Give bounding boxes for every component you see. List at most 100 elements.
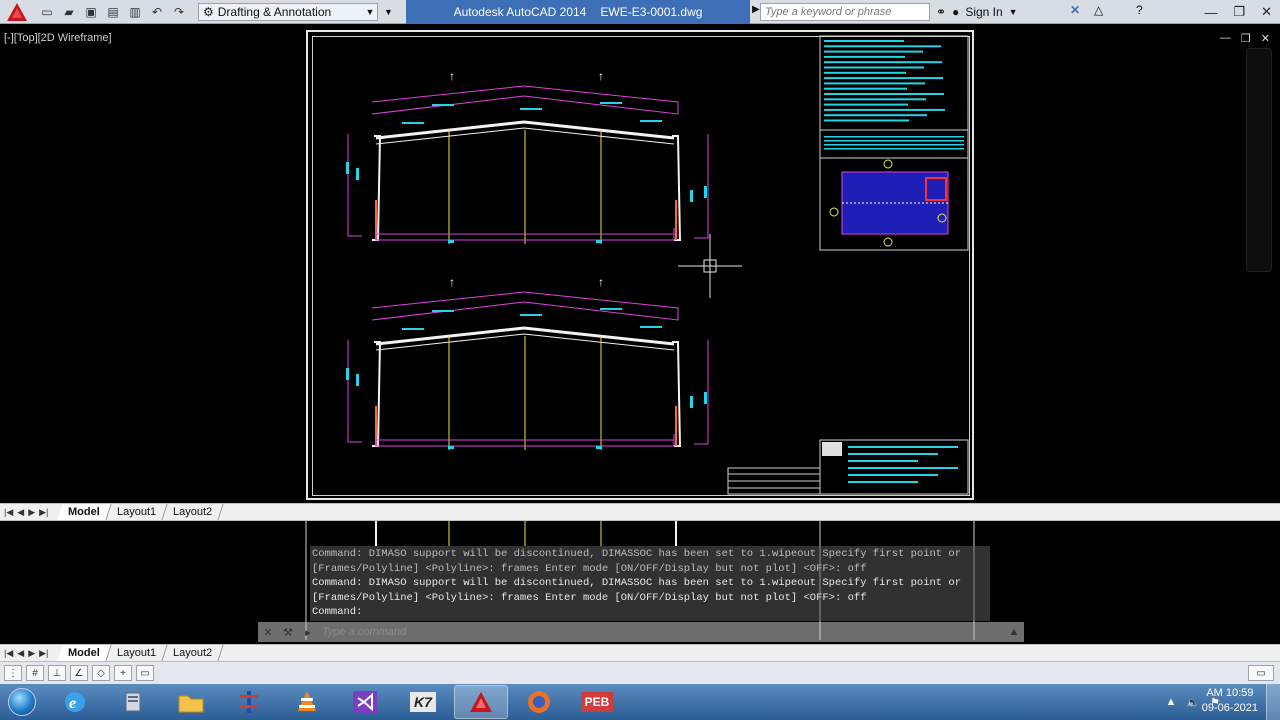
snap-mode-icon[interactable]: ⋮ — [4, 665, 22, 681]
note-line — [824, 66, 924, 69]
grid-marker: ↑ — [598, 275, 604, 289]
last-tab-icon[interactable]: ▶| — [39, 648, 48, 659]
ortho-icon[interactable]: ⊥ — [48, 665, 66, 681]
next-tab-icon[interactable]: ▶ — [28, 507, 35, 518]
peb-label: PEB — [580, 692, 614, 712]
note-line — [824, 61, 942, 64]
prev-tab-icon[interactable]: ◀ — [17, 507, 24, 518]
first-tab-icon[interactable]: |◀ — [4, 648, 13, 659]
cyan-label — [596, 446, 602, 449]
cyan-label — [690, 396, 693, 408]
grid-marker: ↑ — [449, 69, 455, 83]
taskbar-firefox[interactable] — [512, 685, 566, 719]
staad-icon — [240, 691, 258, 713]
taskbar-autocad[interactable] — [454, 685, 508, 719]
cyan-label — [346, 368, 349, 380]
command-history-line: Command: DIMASO support will be disconti… — [312, 548, 962, 560]
cyan-label — [600, 308, 622, 310]
note-line — [824, 98, 926, 101]
command-input[interactable]: Type a command — [318, 626, 1004, 638]
taskbar-internet-explorer[interactable]: e — [48, 685, 102, 719]
taskbar-server-manager[interactable] — [106, 685, 160, 719]
vlc-cone-icon — [298, 691, 316, 711]
next-tab-icon[interactable]: ▶ — [28, 648, 35, 659]
note-line — [824, 103, 908, 106]
note-line — [824, 40, 904, 42]
svg-text:e: e — [69, 695, 76, 712]
taskbar-vlc[interactable] — [280, 685, 334, 719]
start-button[interactable] — [0, 684, 44, 720]
show-desktop-button[interactable] — [1266, 684, 1280, 720]
note-line — [824, 71, 906, 74]
tab-navigation: |◀ ◀ ▶ ▶| — [4, 648, 48, 659]
show-hidden-icons-icon[interactable]: ▲ — [1166, 696, 1177, 708]
clock-time: AM 10:59 — [1206, 687, 1254, 699]
k7-label: K7 — [410, 692, 436, 712]
taskbar-clock[interactable]: AM 10:59 09-06-2021 — [1202, 686, 1258, 716]
note-line — [824, 140, 964, 142]
command-history-line: Command: DIMASO support will be disconti… — [312, 577, 962, 589]
title-text — [848, 453, 938, 455]
tab-model[interactable]: Model — [57, 645, 112, 661]
command-prompt-icon[interactable]: ▸ — [298, 626, 318, 639]
tab-layout1[interactable]: Layout1 — [106, 645, 168, 661]
autocad-logo-icon — [470, 692, 492, 712]
tab-layout2[interactable]: Layout2 — [162, 645, 225, 661]
note-line — [824, 108, 945, 111]
taskbar-staad[interactable] — [222, 685, 276, 719]
cyan-label — [704, 392, 707, 404]
windows-taskbar: e K7 PEB — [0, 684, 1280, 720]
left-dimension — [347, 340, 362, 443]
layout-tab-bar-bottom: |◀ ◀ ▶ ▶| Model Layout1 Layout2 — [0, 644, 1280, 662]
cyan-label — [346, 162, 349, 174]
command-history: Command: DIMASO support will be disconti… — [310, 546, 990, 621]
note-line — [824, 114, 927, 117]
note-line — [824, 136, 964, 138]
wrench-icon[interactable]: ⚒ — [278, 626, 298, 639]
title-text — [848, 460, 918, 462]
polar-icon[interactable]: ∠ — [70, 665, 88, 681]
status-bar: ⋮ # ⊥ ∠ ◇ + ▭ ▭ — [0, 661, 1280, 684]
lineweight-icon[interactable]: ▭ — [136, 665, 154, 681]
folder-icon — [178, 695, 204, 713]
cyan-label — [402, 328, 424, 330]
note-line — [824, 144, 964, 146]
note-line — [824, 45, 941, 48]
cyan-label — [704, 186, 707, 198]
taskbar-file-explorer[interactable] — [164, 685, 218, 719]
firefox-icon — [528, 691, 550, 713]
tab-model[interactable]: Model — [57, 504, 112, 520]
crosshair-cursor — [678, 234, 742, 298]
key-plan-marker — [829, 207, 839, 217]
title-text — [848, 446, 958, 448]
note-line — [824, 50, 923, 53]
prev-tab-icon[interactable]: ◀ — [17, 648, 24, 659]
tab-layout2[interactable]: Layout2 — [162, 504, 225, 520]
taskbar-peb[interactable]: PEB — [570, 685, 624, 719]
last-tab-icon[interactable]: ▶| — [39, 507, 48, 518]
cyan-label — [432, 104, 454, 106]
otrack-icon[interactable]: + — [114, 665, 132, 681]
clean-screen-icon[interactable]: ▭ — [1248, 665, 1274, 681]
left-dimension — [347, 134, 362, 237]
chevron-up-icon[interactable]: ▲ — [1004, 626, 1024, 638]
clock-date: 09-06-2021 — [1201, 702, 1258, 714]
grid-icon[interactable]: # — [26, 665, 44, 681]
title-text — [848, 474, 938, 476]
tab-layout1[interactable]: Layout1 — [106, 504, 168, 520]
internet-explorer-icon: e — [65, 692, 85, 712]
taskbar-k7[interactable]: K7 — [396, 685, 450, 719]
osnap-icon[interactable]: ◇ — [92, 665, 110, 681]
company-logo — [822, 442, 842, 456]
note-line — [824, 77, 943, 80]
first-tab-icon[interactable]: |◀ — [4, 507, 13, 518]
grid-marker: ↑ — [598, 69, 604, 83]
cyan-label — [356, 374, 359, 386]
cyan-label — [448, 240, 454, 243]
key-plan-marker — [883, 237, 893, 247]
portal-frame-elevation-1: ↑ ↑ — [346, 69, 709, 244]
title-text — [848, 467, 958, 469]
taskbar-visual-studio[interactable] — [338, 685, 392, 719]
close-icon[interactable]: ✕ — [258, 626, 278, 639]
volume-icon[interactable]: 🔈 — [1186, 696, 1200, 709]
